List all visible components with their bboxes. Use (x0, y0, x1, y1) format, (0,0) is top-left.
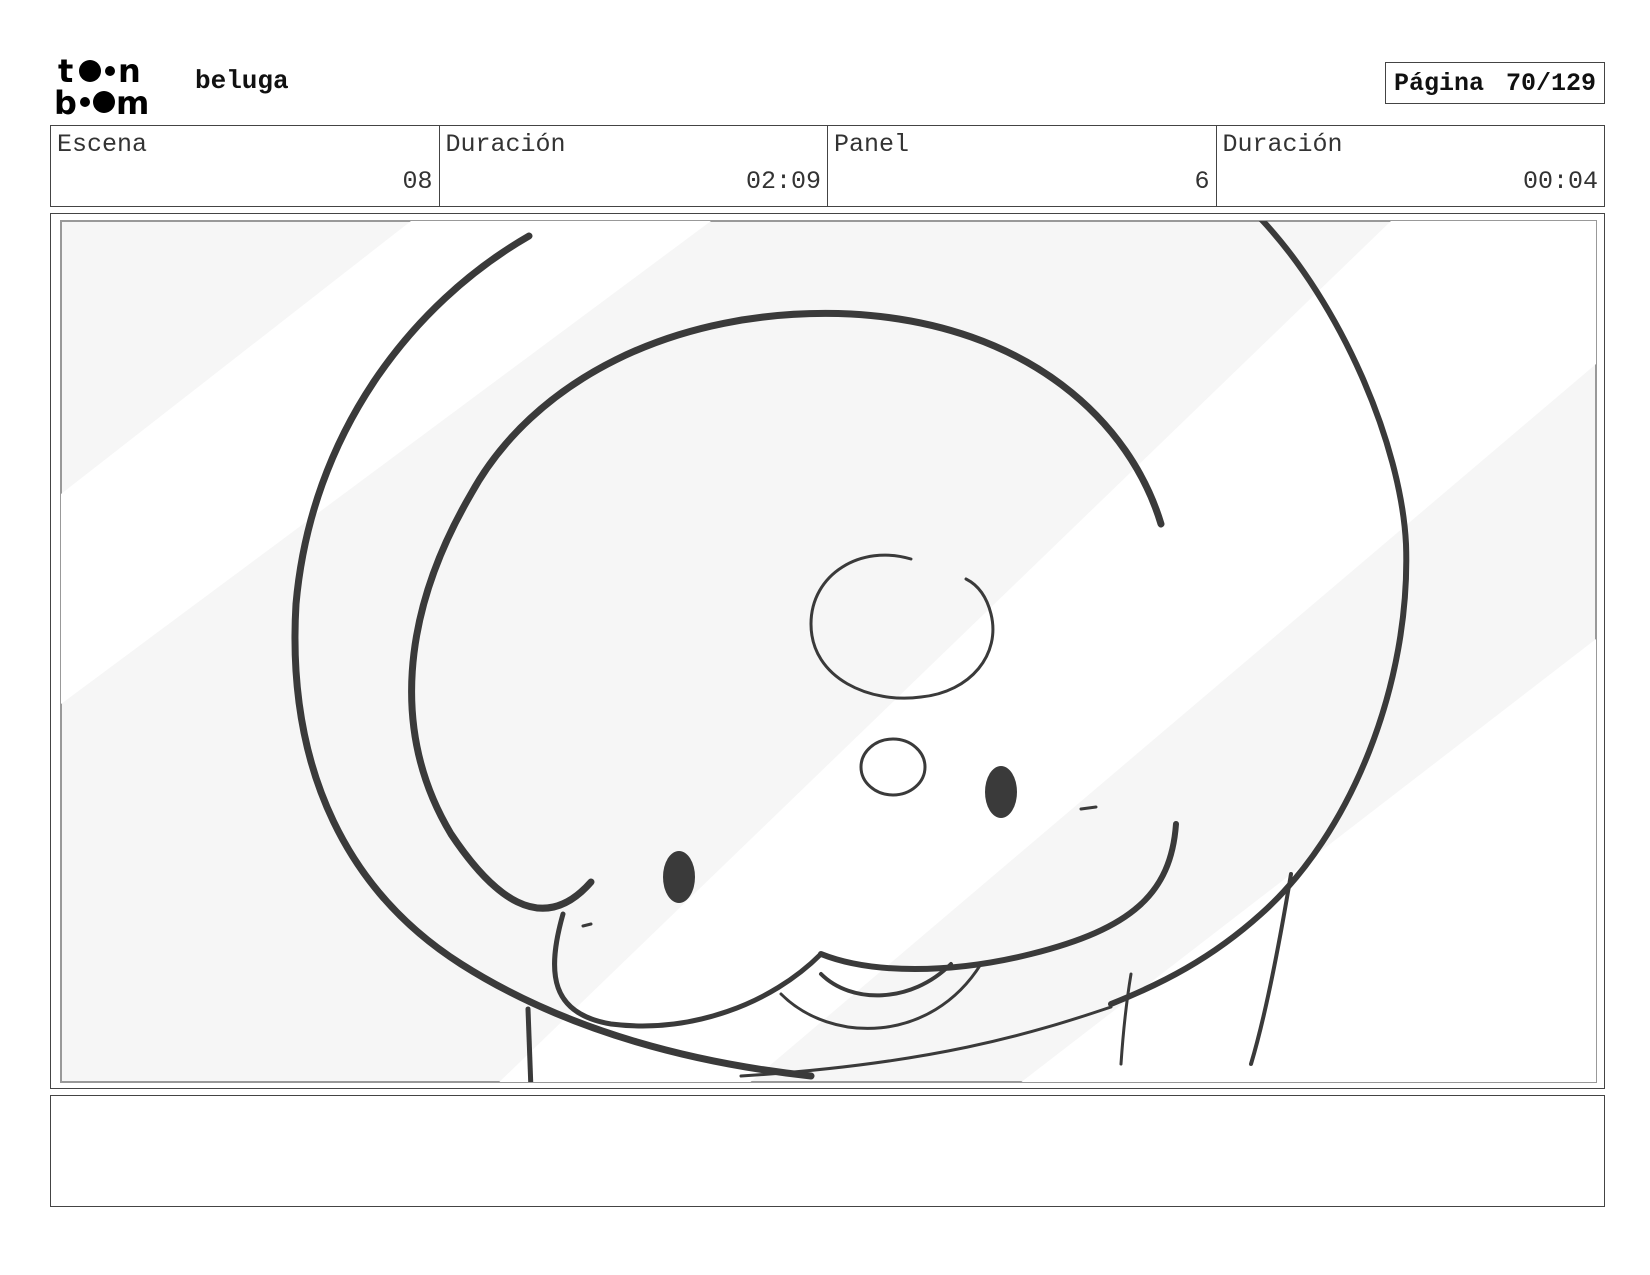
scene-info-row: Escena 08 Duración 02:09 Panel 6 Duració… (50, 125, 1605, 207)
panel-sketch (60, 220, 1597, 1083)
panel-duration-label: Duración (1222, 130, 1343, 159)
panel-duration-cell: Duración 00:04 (1217, 126, 1605, 206)
page-number: 70/129 (1505, 68, 1596, 98)
scene-label: Escena (57, 130, 148, 159)
scene-duration-cell: Duración 02:09 (440, 126, 828, 206)
panel-duration-value: 00:04 (1522, 167, 1598, 196)
svg-text:m: m (116, 84, 149, 116)
panel-cell: Panel 6 (828, 126, 1217, 206)
project-title: beluga (195, 66, 289, 96)
panel-value: 6 (1194, 167, 1210, 196)
scene-duration-label: Duración (445, 130, 566, 159)
left-eye (663, 851, 695, 903)
storyboard-panel (50, 213, 1605, 1089)
svg-text:b: b (54, 84, 77, 116)
page-label: Página (1394, 68, 1485, 98)
right-eye (985, 766, 1017, 818)
panel-notes-box[interactable] (50, 1095, 1605, 1207)
page-indicator: Página 70/129 (1385, 62, 1605, 104)
scene-cell: Escena 08 (51, 126, 440, 206)
toon-boom-logo: t n b m (54, 52, 172, 122)
panel-label: Panel (834, 130, 910, 159)
scene-value: 08 (402, 167, 433, 196)
scene-duration-value: 02:09 (745, 167, 821, 196)
